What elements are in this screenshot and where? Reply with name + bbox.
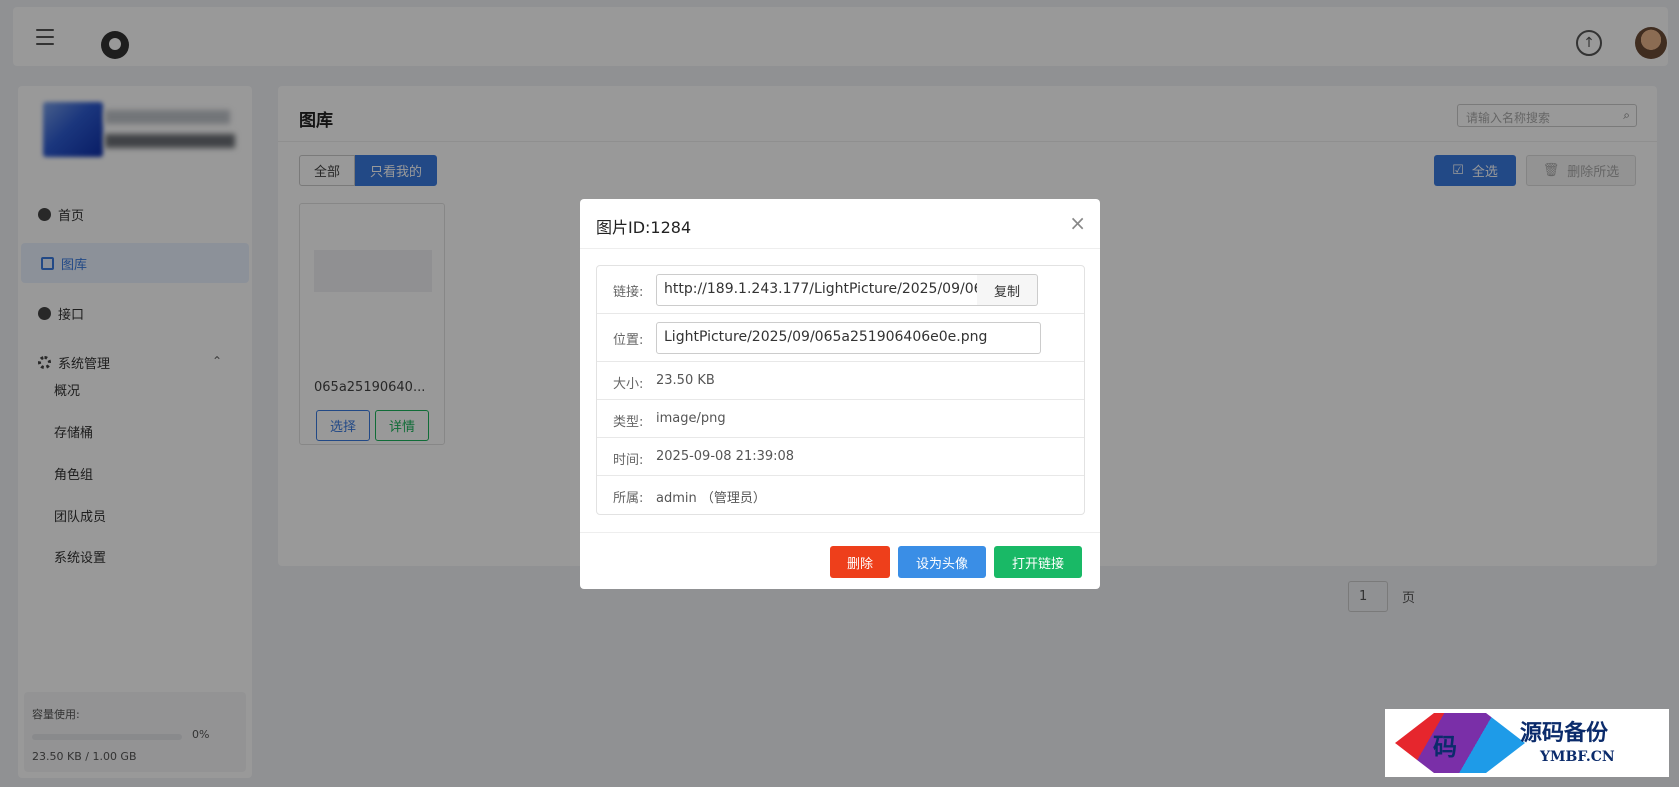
watermark-title: 源码备份 [1520,720,1609,746]
info-row-size: 大小: 23.50 KB [597,362,1084,400]
image-detail-modal: 图片ID:1284 × 链接: http://189.1.243.177/Lig… [580,199,1100,589]
info-row-time: 时间: 2025-09-08 21:39:08 [597,438,1084,476]
modal-footer-divider [580,532,1100,533]
owner-value: admin （管理员） [656,491,766,506]
size-value: 23.50 KB [656,373,715,388]
owner-label: 所属: [613,491,644,506]
close-icon[interactable]: × [1069,211,1086,235]
location-label: 位置: [613,333,644,348]
modal-header: 图片ID:1284 × [580,199,1100,249]
modal-body: 链接: http://189.1.243.177/LightPicture/20… [596,265,1085,515]
watermark-domain: YMBF.CN [1540,749,1615,765]
watermark: 码 源码备份 YMBF.CN [1385,709,1669,777]
type-label: 类型: [613,415,644,430]
info-row-owner: 所属: admin （管理员） [597,476,1084,514]
size-label: 大小: [613,377,644,392]
delete-button[interactable]: 删除 [830,546,890,578]
location-field[interactable]: LightPicture/2025/09/065a251906406e0e.pn… [656,322,1041,354]
open-link-button[interactable]: 打开链接 [994,546,1082,578]
info-row-link: 链接: http://189.1.243.177/LightPicture/20… [597,266,1084,314]
copy-button[interactable]: 复制 [977,274,1038,306]
info-row-location: 位置: LightPicture/2025/09/065a251906406e0… [597,314,1084,362]
link-label: 链接: [613,285,644,300]
modal-title: 图片ID:1284 [596,218,692,237]
time-value: 2025-09-08 21:39:08 [656,449,795,464]
link-field[interactable]: http://189.1.243.177/LightPicture/2025/0… [656,274,978,306]
info-row-type: 类型: image/png [597,400,1084,438]
type-value: image/png [656,411,726,426]
time-label: 时间: [613,453,644,468]
set-avatar-button[interactable]: 设为头像 [898,546,986,578]
watermark-char: 码 [1433,732,1457,761]
watermark-logo [1395,713,1525,773]
